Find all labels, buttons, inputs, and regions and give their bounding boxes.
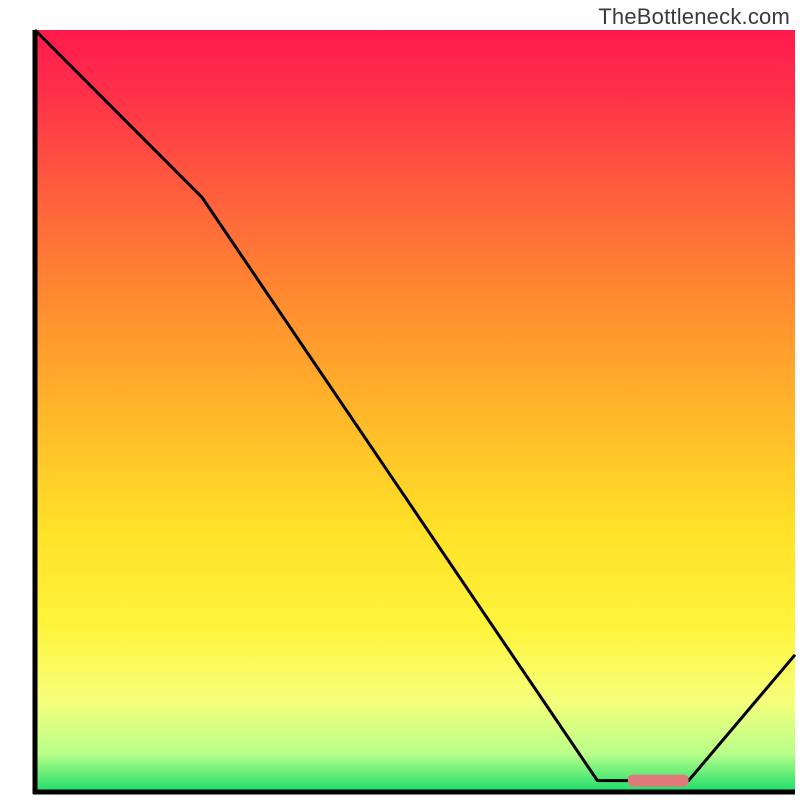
- bottleneck-chart: [0, 0, 800, 800]
- optimal-marker: [628, 775, 689, 787]
- watermark-text: TheBottleneck.com: [598, 4, 790, 30]
